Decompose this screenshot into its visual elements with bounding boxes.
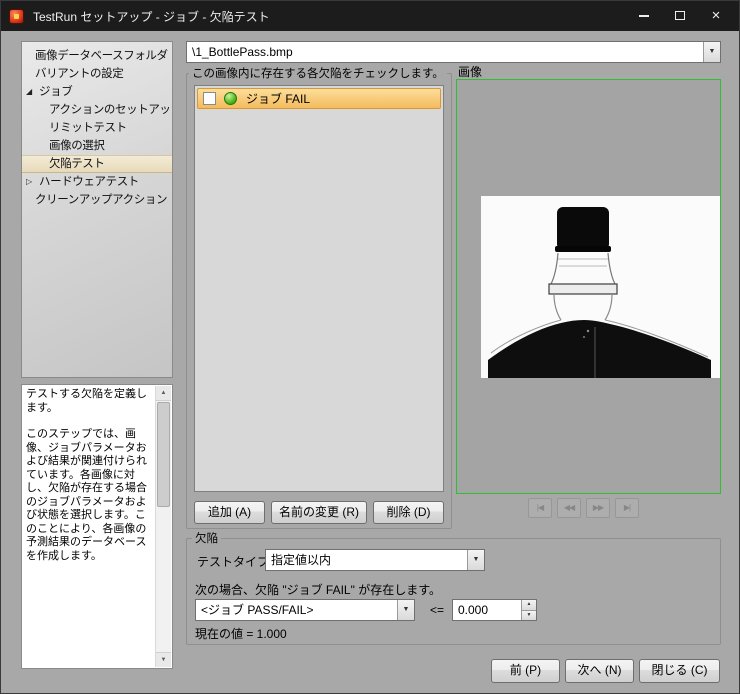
collapse-arrow-icon[interactable]: ▷ xyxy=(26,173,32,191)
dropdown-arrow-icon[interactable]: ▼ xyxy=(397,600,414,620)
spinner-buttons: ▲ ▼ xyxy=(521,600,536,620)
sidebar-item-label: 画像データベースフォルダ xyxy=(22,50,168,62)
sidebar-item-label: アクションのセットアップ xyxy=(22,104,173,116)
minimize-button[interactable] xyxy=(631,5,657,26)
window-controls: × xyxy=(631,5,729,26)
defect-list-item[interactable]: ジョブ FAIL xyxy=(197,88,441,109)
parameter-dropdown[interactable]: <ジョブ PASS/FAIL> ▼ xyxy=(195,599,415,621)
sidebar-item-label: クリーンアップアクション xyxy=(22,194,167,206)
minimize-icon xyxy=(639,15,649,17)
sidebar-item-label: 欠陥テスト xyxy=(22,158,105,170)
image-nav-buttons: |◀ ◀◀ ▶▶ ▶| xyxy=(528,498,639,518)
image-display xyxy=(456,79,721,494)
previous-button[interactable]: 前 (P) xyxy=(491,659,560,683)
scrollbar-thumb[interactable] xyxy=(157,402,170,507)
checklist-group-label: この画像内に存在する各欠陥をチェックします。 xyxy=(189,65,447,81)
test-type-dropdown[interactable]: 指定値以内 ▼ xyxy=(265,549,485,571)
condition-text: 次の場合、欠陥 "ジョブ FAIL" が存在します。 xyxy=(195,581,441,598)
sidebar-item-label: バリアントの設定 xyxy=(22,68,123,80)
defect-list: ジョブ FAIL xyxy=(194,85,444,492)
defect-group-label: 欠陥 xyxy=(192,530,221,546)
setup-step-tree: 画像データベースフォルダ バリアントの設定 ◢ジョブ アクションのセットアップ … xyxy=(21,41,173,378)
spin-up-icon[interactable]: ▲ xyxy=(521,600,536,610)
dropdown-arrow-icon[interactable]: ▼ xyxy=(703,42,720,62)
scroll-down-icon[interactable]: ▼ xyxy=(156,652,171,667)
threshold-spinner[interactable]: 0.000 ▲ ▼ xyxy=(452,599,537,621)
checklist-buttons: 追加 (A) 名前の変更 (R) 削除 (D) xyxy=(194,501,444,524)
title-bar: TestRun セットアップ - ジョブ - 欠陥テスト × xyxy=(1,1,739,31)
threshold-value: 0.000 xyxy=(458,600,488,620)
sidebar-item-hardware-test[interactable]: ▷ハードウェアテスト xyxy=(22,173,172,191)
maximize-button[interactable] xyxy=(667,5,693,26)
next-button[interactable]: 次へ (N) xyxy=(565,659,634,683)
defect-condition-group: 欠陥 テストタイプ: 指定値以内 ▼ 次の場合、欠陥 "ジョブ FAIL" が存… xyxy=(186,538,721,645)
description-text: テストする欠陥を定義します。 このステップでは、画像、ジョブパラメータおよび結果… xyxy=(26,388,153,665)
sidebar-item-label: 画像の選択 xyxy=(22,140,105,152)
test-type-value: 指定値以内 xyxy=(271,550,331,570)
dropdown-arrow-icon[interactable]: ▼ xyxy=(467,550,484,570)
bottle-image xyxy=(457,80,720,493)
operator-label: <= xyxy=(430,603,444,617)
description-scrollbar[interactable]: ▲ ▼ xyxy=(155,386,171,667)
image-panel-label: 画像 xyxy=(458,63,482,80)
sidebar-item-image-database-folder[interactable]: 画像データベースフォルダ xyxy=(22,47,172,65)
sidebar-item-job[interactable]: ◢ジョブ xyxy=(22,83,172,101)
add-button[interactable]: 追加 (A) xyxy=(194,501,265,524)
defect-checkbox[interactable] xyxy=(203,92,216,105)
test-type-label: テストタイプ: xyxy=(197,553,272,570)
last-image-button[interactable]: ▶| xyxy=(615,498,639,518)
first-image-button[interactable]: |◀ xyxy=(528,498,552,518)
expand-arrow-icon[interactable]: ◢ xyxy=(26,83,32,101)
window-title: TestRun セットアップ - ジョブ - 欠陥テスト xyxy=(33,8,270,25)
rename-button[interactable]: 名前の変更 (R) xyxy=(271,501,367,524)
defect-status-icon xyxy=(224,92,237,105)
close-button[interactable]: × xyxy=(703,5,729,26)
current-value-text: 現在の値 = 1.000 xyxy=(195,625,287,642)
parameter-value: <ジョブ PASS/FAIL> xyxy=(201,600,314,620)
image-file-dropdown[interactable]: \1_BottlePass.bmp ▼ xyxy=(186,41,721,63)
sidebar-item-image-selection[interactable]: 画像の選択 xyxy=(22,137,172,155)
sidebar-item-cleanup-action[interactable]: クリーンアップアクション xyxy=(22,191,172,209)
spin-down-icon[interactable]: ▼ xyxy=(521,610,536,621)
description-panel: テストする欠陥を定義します。 このステップでは、画像、ジョブパラメータおよび結果… xyxy=(21,384,173,669)
sidebar-item-action-setup[interactable]: アクションのセットアップ xyxy=(22,101,172,119)
description-body: このステップでは、画像、ジョブパラメータおよび結果が関連付けられています。各画像… xyxy=(26,428,153,563)
previous-image-button[interactable]: ◀◀ xyxy=(557,498,581,518)
sidebar-item-limit-test[interactable]: リミットテスト xyxy=(22,119,172,137)
defect-item-label: ジョブ FAIL xyxy=(246,90,310,107)
sidebar-item-label: ハードウェアテスト xyxy=(22,176,139,188)
app-icon xyxy=(9,9,24,24)
close-dialog-button[interactable]: 閉じる (C) xyxy=(639,659,720,683)
sidebar-item-variant-settings[interactable]: バリアントの設定 xyxy=(22,65,172,83)
sidebar-item-defect-test[interactable]: 欠陥テスト xyxy=(22,155,172,173)
description-intro: テストする欠陥を定義します。 xyxy=(26,388,153,415)
sidebar-item-label: リミットテスト xyxy=(22,122,127,134)
maximize-icon xyxy=(675,11,685,20)
delete-button[interactable]: 削除 (D) xyxy=(373,501,444,524)
defect-checklist-group: この画像内に存在する各欠陥をチェックします。 ジョブ FAIL 追加 (A) 名… xyxy=(186,73,452,529)
setup-wizard-window: TestRun セットアップ - ジョブ - 欠陥テスト × 画像データベースフ… xyxy=(0,0,740,694)
scroll-up-icon[interactable]: ▲ xyxy=(156,386,171,401)
next-image-button[interactable]: ▶▶ xyxy=(586,498,610,518)
image-file-value: \1_BottlePass.bmp xyxy=(192,42,293,62)
